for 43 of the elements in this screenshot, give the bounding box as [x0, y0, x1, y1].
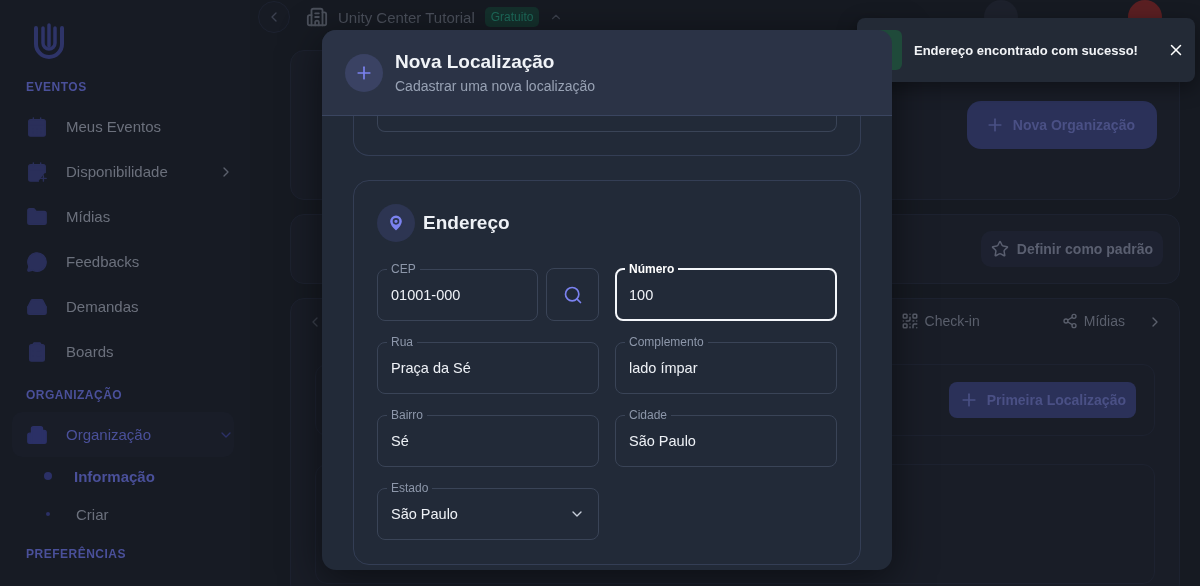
section-title: Endereço [423, 212, 510, 234]
modal-subtitle: Cadastrar uma nova localização [395, 78, 595, 94]
building-icon [306, 6, 328, 28]
search-button[interactable] [546, 268, 599, 321]
tab[interactable]: Mídias [1061, 313, 1125, 331]
search-icon [562, 284, 583, 305]
input-field[interactable]: Bairro Sé [377, 408, 599, 467]
input-field[interactable]: Complemento lado ímpar [615, 335, 837, 394]
star-icon [990, 240, 1009, 258]
input-field[interactable]: Número 100 [615, 262, 837, 321]
chat-icon [26, 250, 48, 273]
section-title: EVENTOS [26, 80, 88, 94]
sidebar-item[interactable]: Demandas [26, 284, 234, 329]
sidebar-item[interactable]: Feedbacks [26, 239, 234, 284]
share-icon [1061, 313, 1078, 329]
section-title: PREFERÊNCIAS [26, 547, 127, 561]
plus-icon [345, 53, 383, 92]
clipboard-icon [26, 340, 48, 363]
sidebar-subitem[interactable]: Informação [26, 457, 234, 495]
select-field[interactable]: Estado São Paulo [377, 481, 599, 540]
logo-icon [32, 22, 66, 60]
input-field[interactable]: Rua Praça da Sé [377, 335, 599, 394]
qr-code-icon [900, 312, 919, 330]
toast-message: Endereço encontrado com sucesso! [914, 42, 1139, 58]
sidebar-subitem[interactable]: Criar [26, 495, 234, 533]
sidebar-item[interactable]: Disponibilidade [26, 149, 234, 194]
building-icon [26, 423, 48, 446]
collapse-button[interactable] [258, 1, 290, 33]
sidebar-item[interactable]: Mídias [26, 194, 234, 239]
sidebar-item[interactable]: Boards [26, 329, 234, 374]
input-field[interactable]: CEP 01001-000 [377, 262, 538, 321]
sidebar-item[interactable]: Organização [12, 412, 234, 457]
sidebar-item[interactable]: Meus Eventos [26, 104, 234, 149]
modal-title: Nova Localização [395, 51, 556, 73]
tab[interactable]: Check-in [900, 312, 980, 332]
input-field[interactable]: Cidade São Paulo [615, 408, 837, 467]
folder-icon [26, 205, 48, 228]
input-field[interactable] [377, 116, 837, 132]
section-title: ORGANIZAÇÃO [26, 388, 124, 402]
map-pin-icon [377, 204, 415, 242]
calendar-plus-icon [26, 160, 48, 183]
calendar-icon [26, 115, 48, 138]
set-default-button[interactable]: Definir como padrão [980, 231, 1163, 267]
